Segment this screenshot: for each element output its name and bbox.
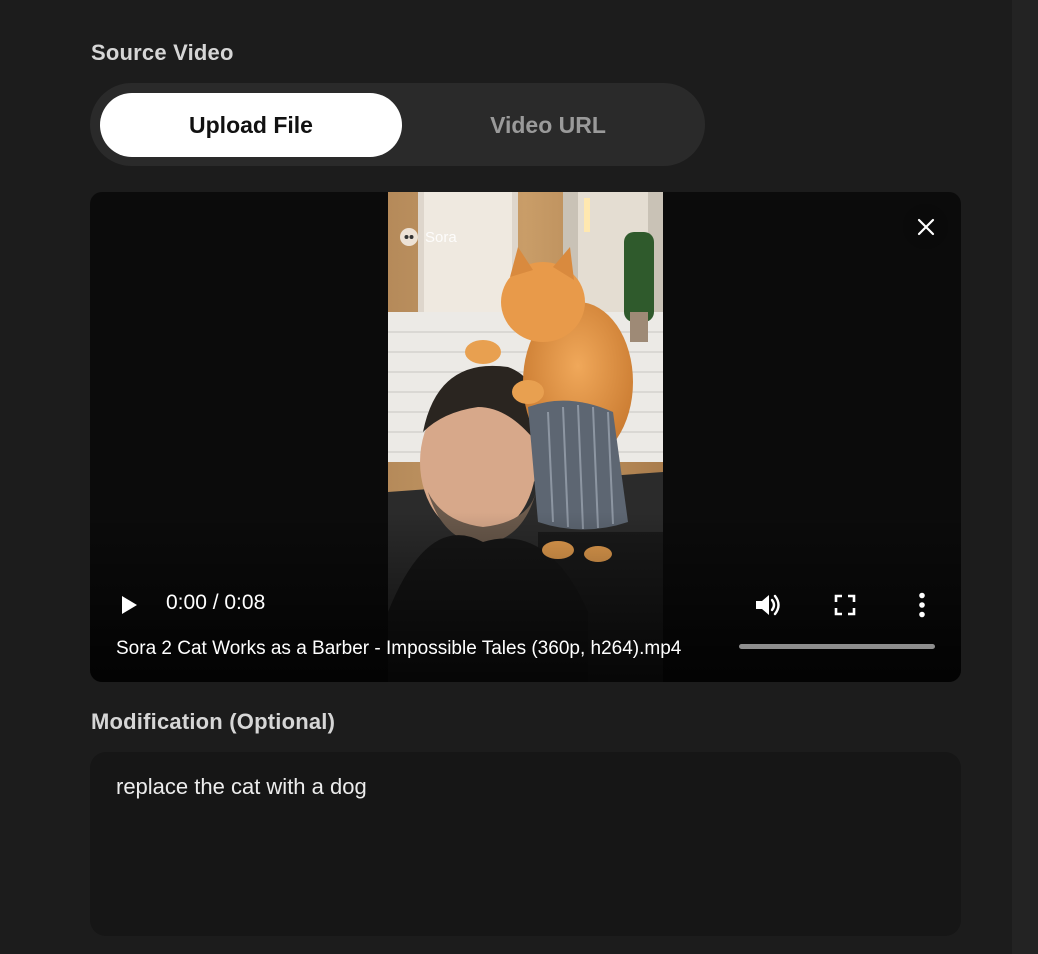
tab-upload-file[interactable]: Upload File bbox=[100, 93, 402, 157]
more-vertical-icon bbox=[919, 592, 925, 618]
volume-icon bbox=[756, 594, 780, 616]
source-toggle: Upload File Video URL bbox=[90, 83, 705, 166]
page: Source Video Upload File Video URL Sora … bbox=[0, 0, 1038, 954]
more-options-button[interactable] bbox=[908, 589, 936, 621]
play-icon bbox=[122, 596, 137, 614]
modification-textarea[interactable]: replace the cat with a dog bbox=[90, 752, 961, 936]
video-player[interactable]: Sora 0:00 / 0:08 Sora 2 Cat Works as a B… bbox=[90, 192, 961, 682]
fullscreen-icon bbox=[834, 594, 856, 616]
video-filename: Sora 2 Cat Works as a Barber - Impossibl… bbox=[116, 638, 682, 659]
play-button[interactable] bbox=[114, 590, 144, 620]
volume-button[interactable] bbox=[752, 589, 784, 621]
tab-video-url[interactable]: Video URL bbox=[397, 93, 699, 157]
modification-label: Modification (Optional) bbox=[91, 709, 336, 734]
time-display: 0:00 / 0:08 bbox=[166, 591, 266, 614]
source-video-label: Source Video bbox=[91, 40, 234, 65]
scrollbar-track[interactable] bbox=[1012, 0, 1038, 954]
sora-watermark-text: Sora bbox=[425, 228, 457, 246]
close-icon bbox=[917, 218, 934, 235]
sora-watermark: Sora bbox=[400, 228, 457, 246]
progress-bar[interactable] bbox=[739, 644, 935, 649]
remove-video-button[interactable] bbox=[903, 204, 948, 249]
fullscreen-button[interactable] bbox=[830, 590, 860, 620]
sora-logo-icon bbox=[400, 228, 418, 246]
